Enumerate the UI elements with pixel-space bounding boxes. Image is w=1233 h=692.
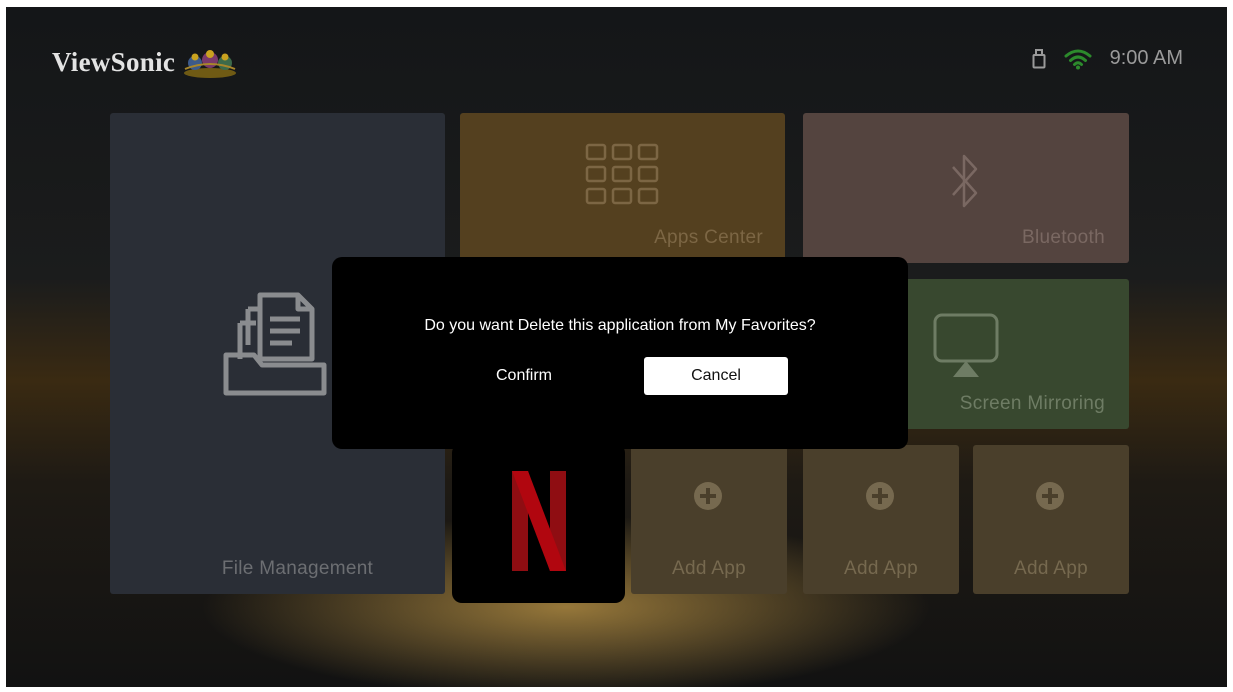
add-icon [1036,482,1064,510]
viewsonic-birds-logo [184,50,237,78]
status-bar: 9:00 AM [1032,47,1183,70]
usb-icon [1032,48,1046,68]
tile-netflix[interactable] [452,443,625,603]
tile-bluetooth[interactable]: Bluetooth [803,113,1129,263]
screen-mirroring-icon [933,313,999,377]
clock: 9:00 AM [1109,47,1183,69]
home-screen: ViewSonic 9:00 AM File Management Apps C… [6,7,1227,687]
tile-label: Screen Mirroring [959,393,1105,414]
tile-label: Apps Center [654,227,763,248]
tile-label: Add App [1014,558,1088,579]
folder-icon [223,292,327,396]
add-icon [866,482,894,510]
tile-add-app-3[interactable]: Add App [973,445,1129,594]
tile-apps-center[interactable]: Apps Center [460,113,785,263]
netflix-logo-icon [512,471,566,571]
tile-add-app-2[interactable]: Add App [803,445,959,594]
tile-label: File Management [221,558,374,579]
tile-label: Add App [844,558,918,579]
tile-label: Bluetooth [1022,227,1105,248]
cancel-button[interactable]: Cancel [644,357,788,395]
brand-logo: ViewSonic [52,45,239,79]
brand-name: ViewSonic [52,46,176,77]
tile-add-app-1[interactable]: Add App [631,445,787,594]
tile-label: Add App [672,558,746,579]
apps-grid-icon [585,143,659,205]
dialog-message: Do you want Delete this application from… [424,317,816,334]
wifi-icon [1064,49,1092,69]
delete-favorite-dialog: Do you want Delete this application from… [332,257,908,449]
confirm-button[interactable]: Confirm [452,357,596,395]
add-icon [694,482,722,510]
bluetooth-icon [952,154,978,208]
